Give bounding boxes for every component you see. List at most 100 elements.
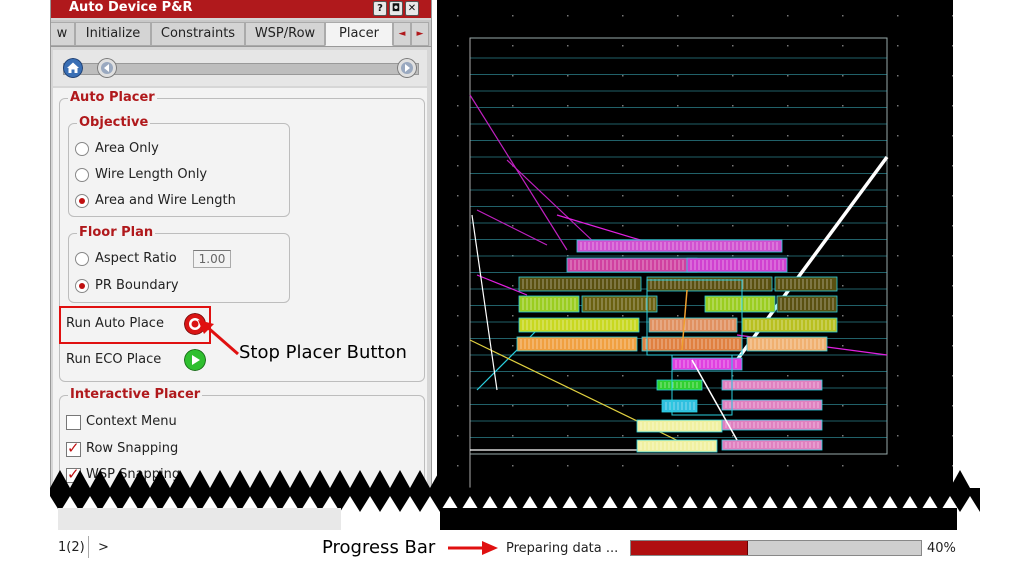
grid-dot <box>677 15 679 17</box>
grid-dot <box>512 405 514 407</box>
grid-dot <box>567 15 569 17</box>
grid-dot <box>457 225 459 227</box>
area-only-radio[interactable] <box>75 142 89 156</box>
tab-wsp-row[interactable]: WSP/Row <box>245 22 325 46</box>
grid-dot <box>897 375 899 377</box>
grid-dot <box>512 315 514 317</box>
close-icon[interactable]: ✕ <box>405 1 419 16</box>
help-icon[interactable]: ? <box>373 1 387 16</box>
device-block <box>704 295 776 313</box>
cut-canvas-remnant <box>440 508 957 530</box>
device-block <box>686 257 788 273</box>
grid-dot <box>457 195 459 197</box>
stop-placer-callout-arrow <box>198 320 239 356</box>
panel-title: Auto Device P&R <box>69 0 193 15</box>
wire-length-only-radio[interactable] <box>75 168 89 182</box>
tab-scroll-right-icon[interactable]: ► <box>411 22 429 46</box>
device-block <box>656 379 703 391</box>
grid-dot <box>622 375 624 377</box>
tab-bar: w Initialize Constraints WSP/Row Placer … <box>51 20 431 47</box>
grid-dot <box>952 435 953 437</box>
grid-dot <box>897 225 899 227</box>
grid-dot <box>952 375 953 377</box>
grid-dot <box>897 255 899 257</box>
device-block <box>576 239 783 253</box>
grid-dot <box>842 105 844 107</box>
device-block <box>566 257 698 273</box>
grid-dot <box>567 75 569 77</box>
grid-dot <box>842 285 844 287</box>
command-prompt[interactable]: > <box>98 540 109 555</box>
status-message: Preparing data ... <box>506 541 619 556</box>
aspect-ratio-radio[interactable] <box>75 252 89 266</box>
grid-dot <box>512 375 514 377</box>
grid-dot <box>732 195 734 197</box>
row-snapping-checkbox[interactable] <box>66 439 81 457</box>
net-wire <box>469 94 568 251</box>
grid-dot <box>457 165 459 167</box>
grid-dot <box>457 345 459 347</box>
grid-dot <box>512 45 514 47</box>
device-block <box>721 419 823 431</box>
progress-percent: 40% <box>927 541 956 556</box>
progress-fill <box>631 541 748 555</box>
device-block <box>721 379 823 391</box>
grid-dot <box>787 165 789 167</box>
grid-dot <box>787 435 789 437</box>
run-eco-place-label: Run ECO Place <box>66 352 162 367</box>
grid-dot <box>622 15 624 17</box>
grid-dot <box>457 255 459 257</box>
grid-dot <box>952 255 953 257</box>
grid-dot <box>622 135 624 137</box>
progress-bar <box>630 540 922 556</box>
aspect-ratio-input[interactable]: 1.00 <box>193 250 231 268</box>
grid-dot <box>787 105 789 107</box>
grid-dot <box>842 165 844 167</box>
home-icon[interactable] <box>63 58 83 78</box>
grid-dot <box>512 435 514 437</box>
grid-dot <box>732 225 734 227</box>
tab-placer[interactable]: Placer <box>325 22 393 46</box>
grid-dot <box>677 375 679 377</box>
tab-constraints[interactable]: Constraints <box>151 22 245 46</box>
device-block <box>641 336 743 352</box>
tab-initialize[interactable]: Initialize <box>75 22 151 46</box>
grid-dot <box>677 135 679 137</box>
grid-dot <box>457 375 459 377</box>
context-menu-checkbox[interactable] <box>66 415 81 430</box>
grid-dot <box>952 75 953 77</box>
grid-dot <box>897 75 899 77</box>
grid-dot <box>622 405 624 407</box>
float-icon[interactable]: ◘ <box>389 1 403 16</box>
grid-dot <box>512 105 514 107</box>
panel-title-bar: Auto Device P&R ? ◘ ✕ <box>51 0 431 18</box>
grid-dot <box>952 135 953 137</box>
grid-dot <box>457 75 459 77</box>
grid-dot <box>512 15 514 17</box>
grid-dot <box>457 285 459 287</box>
tab-partial-left[interactable]: w <box>51 22 75 46</box>
torn-edge-divider <box>40 470 1000 512</box>
grid-dot <box>952 165 953 167</box>
forward-icon[interactable] <box>397 58 417 78</box>
stop-placer-highlight <box>59 306 211 344</box>
pr-boundary-label: PR Boundary <box>95 278 179 293</box>
back-icon[interactable] <box>97 58 117 78</box>
grid-dot <box>567 135 569 137</box>
auto-placer-title: Auto Placer <box>68 90 157 106</box>
progress-bar-callout-arrow <box>448 541 498 555</box>
grid-dot <box>732 105 734 107</box>
floor-plan-group: Floor Plan Aspect Ratio 1.00 PR Boundary <box>68 225 290 303</box>
grid-dot <box>622 195 624 197</box>
grid-dot <box>512 225 514 227</box>
context-menu-label: Context Menu <box>86 414 177 429</box>
tab-scroll-left-icon[interactable]: ◄ <box>393 22 411 46</box>
grid-dot <box>897 315 899 317</box>
grid-dot <box>512 285 514 287</box>
pr-boundary-radio[interactable] <box>75 279 89 293</box>
grid-dot <box>567 405 569 407</box>
grid-dot <box>787 315 789 317</box>
layout-canvas[interactable] <box>437 0 953 488</box>
grid-dot <box>567 435 569 437</box>
area-and-wire-length-radio[interactable] <box>75 194 89 208</box>
